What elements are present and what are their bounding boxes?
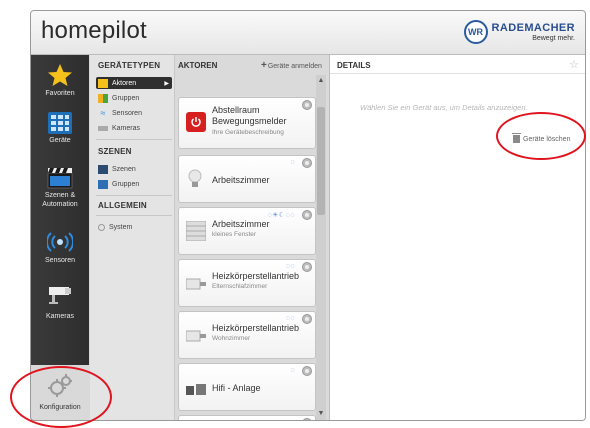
star-icon [48, 64, 72, 86]
category-panel: GERÄTETYPEN Aktoren ▶ Gruppen ≈ Sensoren… [90, 55, 175, 420]
devices-grid-icon [48, 112, 72, 134]
device-settings-icon[interactable] [302, 314, 312, 324]
section-allgemein: ALLGEMEIN [98, 201, 147, 210]
scrollbar-thumb[interactable] [317, 107, 325, 215]
brand-logo: WR RADEMACHER Bewegt mehr. [463, 20, 575, 44]
scene-groups-icon [98, 179, 108, 189]
category-gruppen[interactable]: Gruppen [98, 92, 139, 104]
device-settings-icon[interactable] [302, 366, 312, 376]
device-settings-icon[interactable] [302, 100, 312, 110]
gears-icon [48, 374, 72, 397]
trash-icon [512, 133, 521, 143]
category-system[interactable]: System [98, 221, 132, 233]
category-kameras[interactable]: Kameras [98, 122, 140, 134]
status-icons: ◌◌ [285, 315, 295, 322]
device-card[interactable]: Abstellraum Bewegungsmelder Ihre Geräteb… [178, 97, 316, 149]
nav-kameras[interactable]: Kameras [31, 284, 89, 321]
register-devices-link[interactable]: +Geräte anmelden [261, 60, 322, 71]
camera-icon [49, 287, 71, 304]
category-szenen[interactable]: Szenen [98, 163, 136, 175]
details-hint: Wählen Sie ein Gerät aus, um Details anz… [360, 103, 528, 112]
rademacher-logo-icon: WR [463, 20, 488, 44]
plus-icon: + [261, 60, 267, 71]
device-settings-icon[interactable] [302, 158, 312, 168]
brand-slogan: Bewegt mehr. [532, 34, 575, 42]
app-title: homepilot [41, 17, 147, 44]
category-sensoren[interactable]: ≈ Sensoren [98, 107, 142, 119]
status-icon: ◌ [290, 367, 295, 374]
category-aktoren[interactable]: Aktoren ▶ [96, 77, 172, 89]
details-panel: DETAILS ☆ Wählen Sie ein Gerät aus, um D… [330, 55, 585, 420]
status-icons: ◌◌ [286, 419, 295, 420]
brand-name: RADEMACHER [491, 21, 575, 34]
nav-szenen-automation[interactable]: Szenen & Automation [31, 167, 89, 209]
nav-geraete[interactable]: Geräte [31, 112, 89, 145]
device-card[interactable]: Heizkörperstellantrieb Wohnzimmer ◌◌ [178, 311, 316, 359]
section-szenen: SZENEN [98, 147, 132, 156]
light-bulb-icon [188, 169, 202, 187]
status-icons: ◌☀☾◌◌ [267, 212, 295, 219]
device-card[interactable]: Heizkörperstellantrieb Elternschlafzimme… [178, 259, 316, 307]
nav-favoriten[interactable]: Favoriten [31, 63, 89, 98]
status-icon: ◌ [290, 159, 295, 166]
device-card[interactable]: ◌◌ [178, 415, 316, 420]
clapperboard-icon [47, 168, 73, 189]
wifi-icon: ≈ [100, 107, 106, 118]
app-window: homepilot WR RADEMACHER Bewegt mehr. Fav… [30, 10, 586, 421]
nav-konfiguration[interactable]: Konfiguration [31, 365, 89, 420]
device-settings-icon[interactable] [302, 210, 312, 220]
power-icon [186, 112, 206, 132]
groups-icon [98, 93, 108, 103]
device-card[interactable]: Arbeitszimmer kleines Fenster ◌☀☾◌◌ [178, 207, 316, 255]
main-nav: Favoriten Geräte Szenen & Automation Sen… [31, 55, 89, 420]
star-outline-icon[interactable]: ☆ [569, 58, 579, 71]
device-card[interactable]: Hifi - Anlage ◌ [178, 363, 316, 411]
status-icons: ◌◌ [285, 263, 295, 270]
actuator-icon [98, 78, 108, 88]
radiator-valve-icon [186, 278, 206, 290]
scene-icon [98, 164, 108, 174]
device-settings-icon[interactable] [302, 418, 312, 420]
device-list-title: AKTOREN [178, 61, 218, 70]
delete-devices-button[interactable]: Geräte löschen [512, 133, 570, 143]
system-gear-icon [98, 223, 105, 231]
device-settings-icon[interactable] [302, 262, 312, 272]
shutter-icon [186, 221, 206, 241]
section-geraetetypen: GERÄTETYPEN [98, 61, 161, 70]
header-bar: homepilot WR RADEMACHER Bewegt mehr. [31, 11, 585, 55]
chevron-right-icon: ▶ [164, 80, 169, 87]
sensor-waves-icon [47, 232, 73, 252]
speaker-icon [186, 384, 206, 395]
device-list-panel: AKTOREN +Geräte anmelden Abstellraum Bew… [175, 55, 330, 420]
nav-sensoren[interactable]: Sensoren [31, 230, 89, 265]
details-title: DETAILS [337, 61, 371, 70]
scroll-up-icon[interactable]: ▲ [317, 77, 325, 85]
category-szenen-gruppen[interactable]: Gruppen [98, 178, 139, 190]
device-card[interactable]: Arbeitszimmer ◌ [178, 155, 316, 203]
scroll-down-icon[interactable]: ▼ [317, 410, 325, 418]
camera-small-icon [98, 125, 108, 131]
radiator-valve-icon [186, 330, 206, 342]
